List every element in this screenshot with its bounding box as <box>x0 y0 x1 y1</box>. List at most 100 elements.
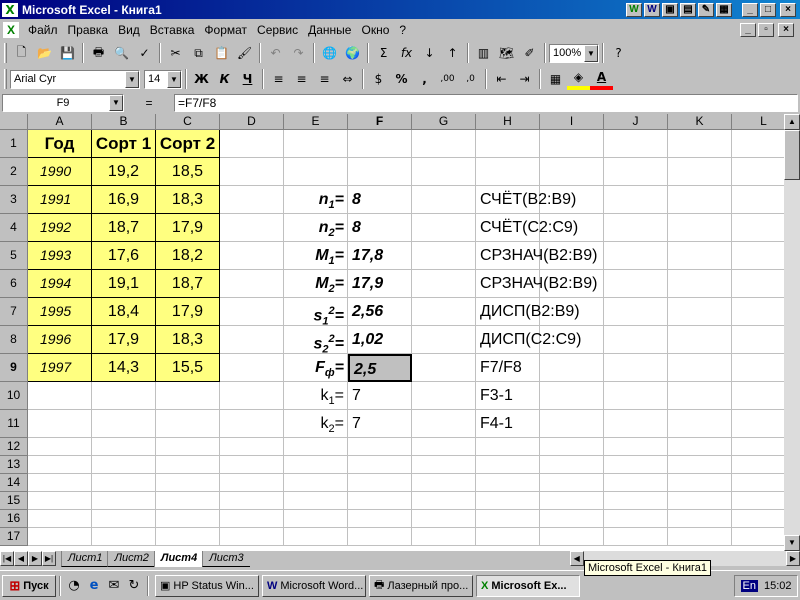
grid-cell[interactable] <box>220 326 284 354</box>
formula-text-cell[interactable]: СЧЁТ(B2:B9) <box>476 186 576 214</box>
title-bar[interactable]: X Microsoft Excel - Книга1 W W ▣ ▤ ✎ ▦ _… <box>0 0 800 19</box>
menu-edit[interactable]: Правка <box>63 23 114 37</box>
grid-cell[interactable] <box>668 270 732 298</box>
grid-cell[interactable] <box>284 492 348 510</box>
grid-cell[interactable] <box>668 354 732 382</box>
menu-help[interactable]: ? <box>394 23 411 37</box>
formula-text-cell[interactable]: ДИСП(B2:B9) <box>476 298 580 326</box>
row-header[interactable]: 9 <box>0 354 28 382</box>
row-header[interactable]: 14 <box>0 474 28 492</box>
grid-cell[interactable] <box>156 474 220 492</box>
year-cell[interactable]: 1993 <box>28 242 92 270</box>
grid-cell[interactable] <box>28 510 92 528</box>
stat-value[interactable]: 8 <box>348 214 412 242</box>
underline-button[interactable]: Ч <box>236 68 259 90</box>
grid-cell[interactable] <box>284 510 348 528</box>
grid-cell[interactable] <box>92 456 156 474</box>
grid-cell[interactable] <box>476 492 540 510</box>
table-header-cell[interactable]: Сорт 1 <box>92 130 156 158</box>
formula-text-cell[interactable]: СРЗНАЧ(B2:B9) <box>476 242 597 270</box>
grid-cell[interactable] <box>732 354 784 382</box>
menu-view[interactable]: Вид <box>113 23 145 37</box>
table-header-cell[interactable]: Сорт 2 <box>156 130 220 158</box>
sort1-cell[interactable]: 17,6 <box>92 242 156 270</box>
grid-cell[interactable] <box>668 510 732 528</box>
worksheet-grid[interactable]: A B C D E F G H I J K L 1 2 3 4 5 6 7 8 9 10 11 12 13 14 15 16 17 Год… <box>0 114 784 551</box>
grid-cell[interactable] <box>284 456 348 474</box>
tab-sheet4[interactable]: Лист4 <box>153 551 204 567</box>
doc-close-button[interactable]: × <box>778 22 794 37</box>
grid-cell[interactable] <box>220 130 284 158</box>
sort1-cell[interactable]: 17,9 <box>92 326 156 354</box>
grid-cell[interactable] <box>604 456 668 474</box>
grid-cell[interactable] <box>92 382 156 410</box>
grid-cell[interactable] <box>668 186 732 214</box>
grid-cell[interactable] <box>476 130 540 158</box>
grid-cell[interactable] <box>412 186 476 214</box>
sort2-cell[interactable]: 18,3 <box>156 186 220 214</box>
row-header[interactable]: 4 <box>0 214 28 242</box>
ql-app-icon-6[interactable]: ▦ <box>716 2 732 17</box>
grid-cell[interactable] <box>732 214 784 242</box>
year-cell[interactable]: 1991 <box>28 186 92 214</box>
web-icon[interactable]: 🌍 <box>341 42 364 64</box>
row-header[interactable]: 16 <box>0 510 28 528</box>
grid-cell[interactable] <box>668 492 732 510</box>
scroll-right-icon[interactable]: ▶ <box>786 551 800 566</box>
grid-cell[interactable] <box>220 456 284 474</box>
task-hp-status[interactable]: ▣ HP Status Win... <box>155 574 259 597</box>
first-sheet-icon[interactable]: |◀ <box>0 551 14 566</box>
column-header[interactable]: C <box>156 114 220 130</box>
grid-cell[interactable] <box>156 492 220 510</box>
grid-cell[interactable] <box>604 326 668 354</box>
chevron-down-icon[interactable]: ▼ <box>167 70 181 88</box>
column-header[interactable]: A <box>28 114 92 130</box>
column-header[interactable]: I <box>540 114 604 130</box>
grid-cell[interactable] <box>28 474 92 492</box>
minimize-button[interactable]: _ <box>742 2 758 17</box>
sort-desc-icon[interactable]: ↑ <box>441 42 464 64</box>
formula-text-cell[interactable]: ДИСП(C2:C9) <box>476 326 581 354</box>
grid-cell[interactable] <box>92 474 156 492</box>
stat-value[interactable]: 2,56 <box>348 298 412 326</box>
row-header[interactable]: 13 <box>0 456 28 474</box>
grid-cell[interactable] <box>668 456 732 474</box>
word-icon[interactable]: W <box>644 2 660 17</box>
menu-data[interactable]: Данные <box>303 23 356 37</box>
grid-cell[interactable] <box>668 158 732 186</box>
grid-cell[interactable] <box>668 528 732 546</box>
column-header[interactable]: D <box>220 114 284 130</box>
cut-icon[interactable]: ✂ <box>164 42 187 64</box>
fill-color-icon[interactable]: ◈ <box>567 68 590 90</box>
grid-cell[interactable] <box>412 354 476 382</box>
row-header[interactable]: 6 <box>0 270 28 298</box>
year-cell[interactable]: 1990 <box>28 158 92 186</box>
grid-cell[interactable] <box>220 270 284 298</box>
grid-cell[interactable] <box>732 528 784 546</box>
sort2-cell[interactable]: 15,5 <box>156 354 220 382</box>
start-button[interactable]: ⊞ Пуск <box>2 574 56 597</box>
sort1-cell[interactable]: 19,2 <box>92 158 156 186</box>
ql-app-icon-4[interactable]: ▤ <box>680 2 696 17</box>
ql-mail-icon[interactable]: ✉ <box>104 576 124 596</box>
grid-cell[interactable] <box>604 242 668 270</box>
grid-cell[interactable] <box>220 186 284 214</box>
grid-cell[interactable] <box>476 438 540 456</box>
grid-cell[interactable] <box>668 326 732 354</box>
grid-cell[interactable] <box>732 510 784 528</box>
drawing-icon[interactable]: ✐ <box>518 42 541 64</box>
grid-cell[interactable] <box>92 510 156 528</box>
sort2-cell[interactable]: 18,7 <box>156 270 220 298</box>
grid-cell[interactable] <box>668 214 732 242</box>
grid-cell[interactable] <box>220 510 284 528</box>
grid-cell[interactable] <box>284 474 348 492</box>
last-sheet-icon[interactable]: ▶| <box>42 551 56 566</box>
increase-indent-icon[interactable]: ⇥ <box>513 68 536 90</box>
grid-cell[interactable] <box>412 474 476 492</box>
font-size-select[interactable]: 14 ▼ <box>144 69 182 89</box>
grid-cell[interactable] <box>476 474 540 492</box>
decrease-decimal-icon[interactable]: ,0 <box>459 68 482 90</box>
thousands-icon[interactable]: , <box>413 68 436 90</box>
grid-cell[interactable] <box>412 382 476 410</box>
align-left-icon[interactable]: ≡ <box>267 68 290 90</box>
